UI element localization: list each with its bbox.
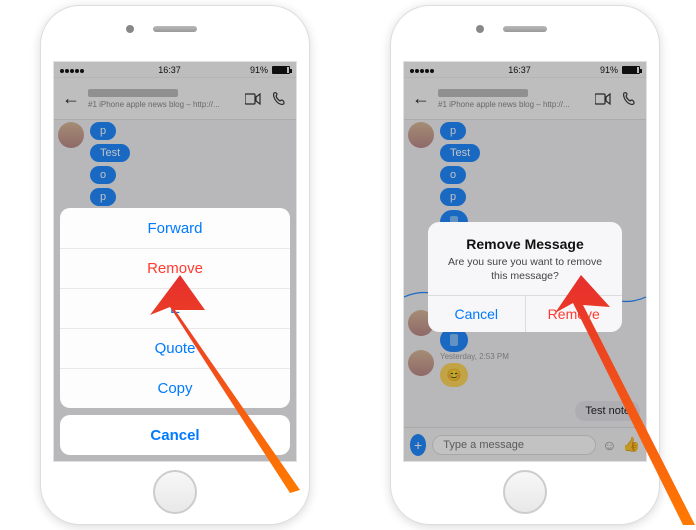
camera-dot: [476, 25, 484, 33]
alert-message: Are you sure you want to remove this mes…: [444, 256, 606, 283]
action-remove[interactable]: Remove: [60, 248, 290, 288]
action-sheet: Forward Remove E Quote Copy Cancel: [60, 208, 290, 455]
remove-alert: Remove Message Are you sure you want to …: [428, 222, 622, 332]
camera-dot: [126, 25, 134, 33]
action-edit[interactable]: E: [60, 288, 290, 328]
home-button[interactable]: [503, 470, 547, 514]
action-cancel[interactable]: Cancel: [60, 415, 290, 455]
alert-remove[interactable]: Remove: [525, 296, 623, 332]
alert-title: Remove Message: [444, 236, 606, 252]
screen-left: 16:37 91% ← #1 iPhone apple news blog – …: [53, 61, 297, 462]
home-button[interactable]: [153, 470, 197, 514]
screen-right: 16:37 91% ← #1 iPhone apple news blog – …: [403, 61, 647, 462]
alert-cancel[interactable]: Cancel: [428, 296, 525, 332]
action-quote[interactable]: Quote: [60, 328, 290, 368]
speaker-grille: [503, 26, 547, 32]
action-forward[interactable]: Forward: [60, 208, 290, 248]
phone-left: 16:37 91% ← #1 iPhone apple news blog – …: [40, 5, 310, 525]
phone-right: 16:37 91% ← #1 iPhone apple news blog – …: [390, 5, 660, 525]
speaker-grille: [153, 26, 197, 32]
action-copy[interactable]: Copy: [60, 368, 290, 408]
